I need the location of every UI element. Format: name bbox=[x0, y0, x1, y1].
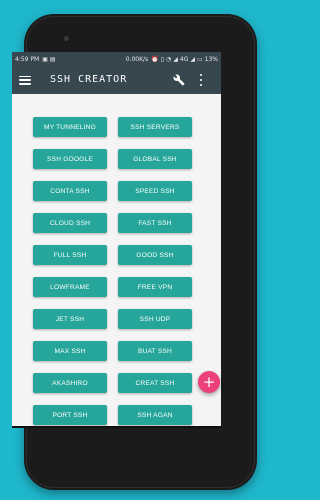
notification-icon-2: ▤ bbox=[49, 55, 56, 63]
more-options-icon[interactable] bbox=[199, 74, 203, 86]
btn-jet-ssh[interactable]: JET SSH bbox=[33, 309, 107, 329]
signal-icon-2: ◢ bbox=[190, 55, 195, 63]
btn-akashiro[interactable]: AKASHIRO bbox=[33, 373, 107, 393]
network-type: 4G bbox=[179, 55, 189, 63]
btn-global-ssh[interactable]: GLOBAL SSH bbox=[118, 149, 192, 169]
btn-fast-ssh[interactable]: FAST SSH bbox=[118, 213, 192, 233]
status-time: 4:59 PM bbox=[15, 55, 40, 63]
alarm-icon: ⏰ bbox=[151, 55, 159, 63]
status-bar: 4:59 PM ▣ ▤ 0.00K/s ⏰ ▯ ◔ ◢ 4G ◢ ▭ 13% bbox=[12, 52, 221, 66]
add-fab-button[interactable]: + bbox=[198, 371, 220, 393]
wrench-icon[interactable] bbox=[173, 74, 185, 86]
screen-bottom-edge bbox=[12, 426, 221, 428]
btn-good-ssh[interactable]: GOOD SSH bbox=[118, 245, 192, 265]
btn-max-ssh[interactable]: MAX SSH bbox=[33, 341, 107, 361]
btn-ssh-agan[interactable]: SSH AGAN bbox=[118, 405, 192, 425]
btn-creat-ssh[interactable]: CREAT SSH bbox=[118, 373, 192, 393]
btn-speed-ssh[interactable]: SPEED SSH bbox=[118, 181, 192, 201]
btn-buat-ssh[interactable]: BUAT SSH bbox=[118, 341, 192, 361]
vibrate-icon: ▯ bbox=[160, 55, 165, 63]
btn-ssh-servers[interactable]: SSH SERVERS bbox=[118, 117, 192, 137]
battery-percent: 13% bbox=[204, 55, 218, 63]
btn-conta-ssh[interactable]: CONTA SSH bbox=[33, 181, 107, 201]
battery-icon: ▭ bbox=[196, 55, 203, 63]
server-button-grid: MY TUNNELING SSH SERVERS SSH GOOGLE GLOB… bbox=[12, 94, 221, 426]
btn-free-vpn[interactable]: FREE VPN bbox=[118, 277, 192, 297]
signal-icon: ◢ bbox=[173, 55, 178, 63]
app-toolbar: SSH CREATOR bbox=[12, 66, 221, 94]
wifi-icon: ◔ bbox=[166, 55, 172, 63]
btn-ssh-google[interactable]: SSH GOOGLE bbox=[33, 149, 107, 169]
app-title: SSH CREATOR bbox=[50, 74, 128, 85]
btn-lowframe[interactable]: LOWFRAME bbox=[33, 277, 107, 297]
btn-port-ssh[interactable]: PORT SSH bbox=[33, 405, 107, 425]
network-speed: 0.00K/s bbox=[125, 55, 149, 63]
btn-ssh-udp[interactable]: SSH UDP bbox=[118, 309, 192, 329]
front-camera bbox=[64, 36, 69, 41]
menu-icon[interactable] bbox=[19, 75, 31, 85]
btn-full-ssh[interactable]: FULL SSH bbox=[33, 245, 107, 265]
notification-icon: ▣ bbox=[42, 55, 48, 63]
app-screen: 4:59 PM ▣ ▤ 0.00K/s ⏰ ▯ ◔ ◢ 4G ◢ ▭ 13% S… bbox=[12, 52, 221, 426]
btn-my-tunneling[interactable]: MY TUNNELING bbox=[33, 117, 107, 137]
btn-cloud-ssh[interactable]: CLOUD SSH bbox=[33, 213, 107, 233]
